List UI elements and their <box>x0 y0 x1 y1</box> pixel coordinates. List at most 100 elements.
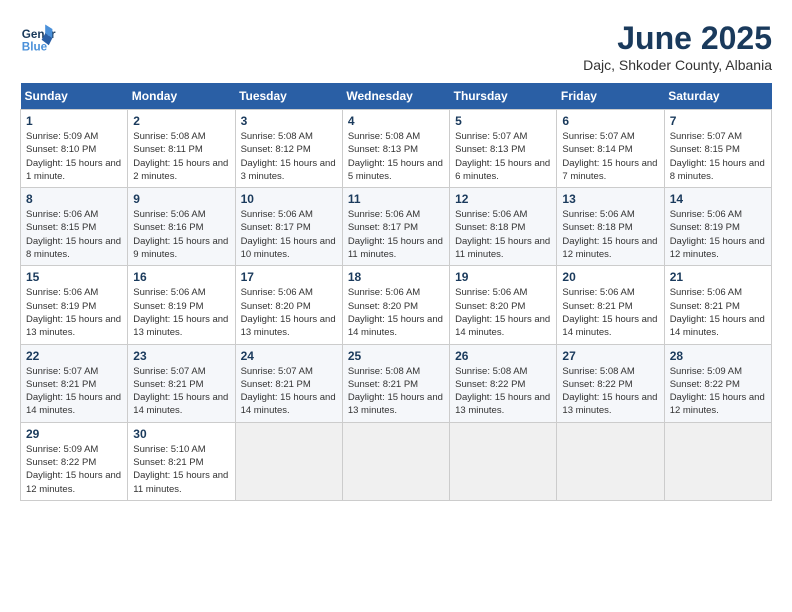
calendar-cell: 2 Sunrise: 5:08 AMSunset: 8:11 PMDayligh… <box>128 110 235 188</box>
calendar-cell: 14 Sunrise: 5:06 AMSunset: 8:19 PMDaylig… <box>664 188 771 266</box>
day-info: Sunrise: 5:06 AMSunset: 8:21 PMDaylight:… <box>670 287 765 338</box>
calendar-cell: 1 Sunrise: 5:09 AMSunset: 8:10 PMDayligh… <box>21 110 128 188</box>
calendar-cell: 27 Sunrise: 5:08 AMSunset: 8:22 PMDaylig… <box>557 344 664 422</box>
day-number: 30 <box>133 427 229 441</box>
header-row: Sunday Monday Tuesday Wednesday Thursday… <box>21 83 772 110</box>
day-number: 20 <box>562 270 658 284</box>
title-area: June 2025 Dajc, Shkoder County, Albania <box>583 20 772 73</box>
day-number: 29 <box>26 427 122 441</box>
calendar-cell: 21 Sunrise: 5:06 AMSunset: 8:21 PMDaylig… <box>664 266 771 344</box>
calendar-cell: 19 Sunrise: 5:06 AMSunset: 8:20 PMDaylig… <box>450 266 557 344</box>
day-info: Sunrise: 5:07 AMSunset: 8:13 PMDaylight:… <box>455 131 550 182</box>
calendar-cell: 22 Sunrise: 5:07 AMSunset: 8:21 PMDaylig… <box>21 344 128 422</box>
day-info: Sunrise: 5:08 AMSunset: 8:13 PMDaylight:… <box>348 131 443 182</box>
day-number: 18 <box>348 270 444 284</box>
col-monday: Monday <box>128 83 235 110</box>
day-number: 12 <box>455 192 551 206</box>
calendar-cell: 9 Sunrise: 5:06 AMSunset: 8:16 PMDayligh… <box>128 188 235 266</box>
calendar-cell: 30 Sunrise: 5:10 AMSunset: 8:21 PMDaylig… <box>128 422 235 500</box>
day-number: 22 <box>26 349 122 363</box>
day-number: 9 <box>133 192 229 206</box>
calendar-cell: 24 Sunrise: 5:07 AMSunset: 8:21 PMDaylig… <box>235 344 342 422</box>
day-info: Sunrise: 5:09 AMSunset: 8:22 PMDaylight:… <box>670 366 765 417</box>
day-info: Sunrise: 5:06 AMSunset: 8:18 PMDaylight:… <box>455 209 550 260</box>
calendar-cell: 11 Sunrise: 5:06 AMSunset: 8:17 PMDaylig… <box>342 188 449 266</box>
day-info: Sunrise: 5:06 AMSunset: 8:15 PMDaylight:… <box>26 209 121 260</box>
calendar-cell: 12 Sunrise: 5:06 AMSunset: 8:18 PMDaylig… <box>450 188 557 266</box>
calendar-week-5: 29 Sunrise: 5:09 AMSunset: 8:22 PMDaylig… <box>21 422 772 500</box>
col-saturday: Saturday <box>664 83 771 110</box>
calendar-table: Sunday Monday Tuesday Wednesday Thursday… <box>20 83 772 501</box>
day-info: Sunrise: 5:06 AMSunset: 8:20 PMDaylight:… <box>455 287 550 338</box>
day-number: 23 <box>133 349 229 363</box>
calendar-cell <box>342 422 449 500</box>
day-number: 27 <box>562 349 658 363</box>
calendar-week-1: 1 Sunrise: 5:09 AMSunset: 8:10 PMDayligh… <box>21 110 772 188</box>
logo: General Blue <box>20 20 56 56</box>
day-info: Sunrise: 5:09 AMSunset: 8:22 PMDaylight:… <box>26 444 121 495</box>
day-info: Sunrise: 5:08 AMSunset: 8:11 PMDaylight:… <box>133 131 228 182</box>
day-number: 17 <box>241 270 337 284</box>
calendar-cell: 4 Sunrise: 5:08 AMSunset: 8:13 PMDayligh… <box>342 110 449 188</box>
location-title: Dajc, Shkoder County, Albania <box>583 57 772 73</box>
header: General Blue June 2025 Dajc, Shkoder Cou… <box>20 20 772 73</box>
day-info: Sunrise: 5:07 AMSunset: 8:21 PMDaylight:… <box>26 366 121 417</box>
day-info: Sunrise: 5:08 AMSunset: 8:12 PMDaylight:… <box>241 131 336 182</box>
day-number: 11 <box>348 192 444 206</box>
calendar-cell: 15 Sunrise: 5:06 AMSunset: 8:19 PMDaylig… <box>21 266 128 344</box>
day-number: 7 <box>670 114 766 128</box>
day-number: 4 <box>348 114 444 128</box>
col-sunday: Sunday <box>21 83 128 110</box>
day-number: 14 <box>670 192 766 206</box>
calendar-cell: 26 Sunrise: 5:08 AMSunset: 8:22 PMDaylig… <box>450 344 557 422</box>
calendar-cell: 17 Sunrise: 5:06 AMSunset: 8:20 PMDaylig… <box>235 266 342 344</box>
day-info: Sunrise: 5:09 AMSunset: 8:10 PMDaylight:… <box>26 131 121 182</box>
calendar-cell: 25 Sunrise: 5:08 AMSunset: 8:21 PMDaylig… <box>342 344 449 422</box>
calendar-week-3: 15 Sunrise: 5:06 AMSunset: 8:19 PMDaylig… <box>21 266 772 344</box>
day-info: Sunrise: 5:06 AMSunset: 8:17 PMDaylight:… <box>348 209 443 260</box>
calendar-cell: 8 Sunrise: 5:06 AMSunset: 8:15 PMDayligh… <box>21 188 128 266</box>
calendar-cell: 18 Sunrise: 5:06 AMSunset: 8:20 PMDaylig… <box>342 266 449 344</box>
day-info: Sunrise: 5:06 AMSunset: 8:20 PMDaylight:… <box>241 287 336 338</box>
calendar-week-2: 8 Sunrise: 5:06 AMSunset: 8:15 PMDayligh… <box>21 188 772 266</box>
col-thursday: Thursday <box>450 83 557 110</box>
calendar-cell: 5 Sunrise: 5:07 AMSunset: 8:13 PMDayligh… <box>450 110 557 188</box>
day-info: Sunrise: 5:06 AMSunset: 8:16 PMDaylight:… <box>133 209 228 260</box>
svg-text:Blue: Blue <box>22 41 48 54</box>
col-tuesday: Tuesday <box>235 83 342 110</box>
calendar-cell: 28 Sunrise: 5:09 AMSunset: 8:22 PMDaylig… <box>664 344 771 422</box>
calendar-cell: 3 Sunrise: 5:08 AMSunset: 8:12 PMDayligh… <box>235 110 342 188</box>
col-friday: Friday <box>557 83 664 110</box>
calendar-cell: 13 Sunrise: 5:06 AMSunset: 8:18 PMDaylig… <box>557 188 664 266</box>
day-info: Sunrise: 5:06 AMSunset: 8:19 PMDaylight:… <box>26 287 121 338</box>
day-info: Sunrise: 5:06 AMSunset: 8:19 PMDaylight:… <box>133 287 228 338</box>
day-number: 21 <box>670 270 766 284</box>
day-info: Sunrise: 5:08 AMSunset: 8:22 PMDaylight:… <box>562 366 657 417</box>
day-number: 24 <box>241 349 337 363</box>
col-wednesday: Wednesday <box>342 83 449 110</box>
day-number: 25 <box>348 349 444 363</box>
day-number: 13 <box>562 192 658 206</box>
day-info: Sunrise: 5:06 AMSunset: 8:19 PMDaylight:… <box>670 209 765 260</box>
calendar-cell: 23 Sunrise: 5:07 AMSunset: 8:21 PMDaylig… <box>128 344 235 422</box>
day-info: Sunrise: 5:07 AMSunset: 8:15 PMDaylight:… <box>670 131 765 182</box>
day-info: Sunrise: 5:06 AMSunset: 8:17 PMDaylight:… <box>241 209 336 260</box>
day-number: 6 <box>562 114 658 128</box>
day-info: Sunrise: 5:10 AMSunset: 8:21 PMDaylight:… <box>133 444 228 495</box>
day-number: 10 <box>241 192 337 206</box>
day-number: 5 <box>455 114 551 128</box>
day-info: Sunrise: 5:06 AMSunset: 8:21 PMDaylight:… <box>562 287 657 338</box>
day-info: Sunrise: 5:08 AMSunset: 8:21 PMDaylight:… <box>348 366 443 417</box>
day-number: 28 <box>670 349 766 363</box>
day-number: 15 <box>26 270 122 284</box>
calendar-cell <box>557 422 664 500</box>
day-number: 26 <box>455 349 551 363</box>
day-info: Sunrise: 5:07 AMSunset: 8:14 PMDaylight:… <box>562 131 657 182</box>
logo-icon: General Blue <box>20 20 56 56</box>
calendar-cell: 6 Sunrise: 5:07 AMSunset: 8:14 PMDayligh… <box>557 110 664 188</box>
calendar-cell: 20 Sunrise: 5:06 AMSunset: 8:21 PMDaylig… <box>557 266 664 344</box>
calendar-cell <box>664 422 771 500</box>
calendar-cell: 29 Sunrise: 5:09 AMSunset: 8:22 PMDaylig… <box>21 422 128 500</box>
day-info: Sunrise: 5:07 AMSunset: 8:21 PMDaylight:… <box>241 366 336 417</box>
calendar-cell: 10 Sunrise: 5:06 AMSunset: 8:17 PMDaylig… <box>235 188 342 266</box>
